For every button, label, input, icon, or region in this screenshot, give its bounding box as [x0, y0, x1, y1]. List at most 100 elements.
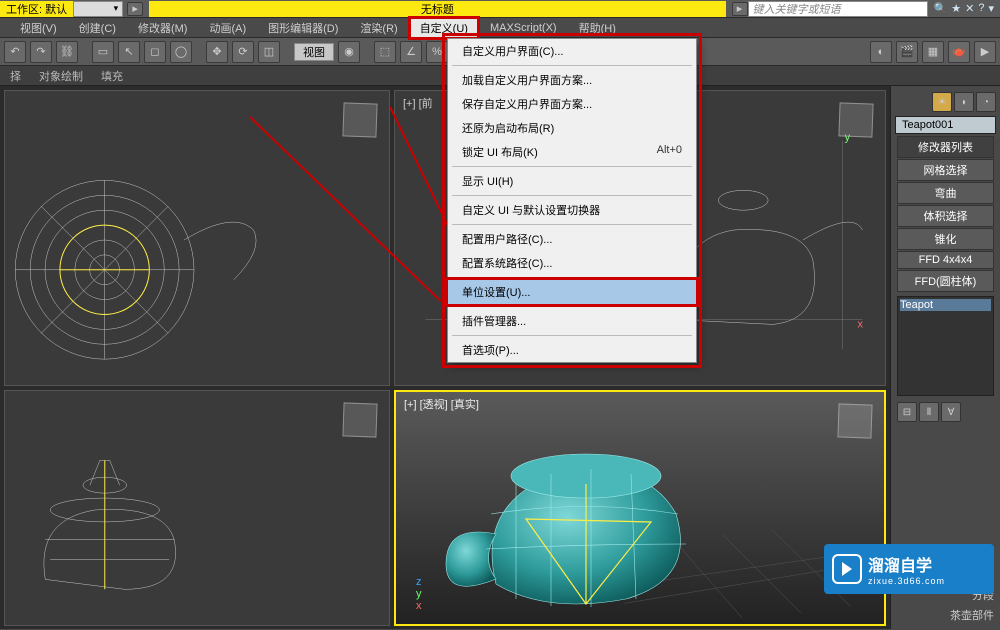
render-frame-icon[interactable]: ▦: [922, 41, 944, 63]
dropdown-item[interactable]: 配置系统路径(C)...: [448, 251, 696, 275]
render-icon[interactable]: 🫖: [948, 41, 970, 63]
select-icon[interactable]: ▭: [92, 41, 114, 63]
menu-view[interactable]: 视图(V): [10, 18, 67, 38]
help-icon[interactable]: ?: [978, 2, 984, 15]
stack-taper[interactable]: 锥化: [897, 228, 994, 250]
menu-bar: 视图(V) 创建(C) 修改器(M) 动画(A) 图形编辑器(D) 渲染(R) …: [0, 18, 1000, 38]
dropdown-item[interactable]: 显示 UI(H): [448, 169, 696, 193]
dropdown-item[interactable]: 还原为启动布局(R): [448, 116, 696, 140]
ref-coord-dropdown[interactable]: 视图: [294, 43, 334, 61]
menu-graph-editors[interactable]: 图形编辑器(D): [258, 18, 348, 38]
menu-maxscript[interactable]: MAXScript(X): [480, 20, 567, 36]
watermark-badge: 溜溜自学 zixue.3d66.com: [824, 544, 994, 594]
viewports-container: [+] [前 y x: [0, 86, 890, 629]
menu-modifiers[interactable]: 修改器(M): [128, 18, 198, 38]
link-icon[interactable]: ⛓: [56, 41, 78, 63]
dropdown-item-label: 单位设置(U)...: [462, 284, 530, 300]
dropdown-item[interactable]: 配置用户路径(C)...: [448, 227, 696, 251]
menu-create[interactable]: 创建(C): [69, 18, 126, 38]
dropdown-shortcut: Alt+0: [657, 144, 682, 160]
exchange-icon[interactable]: ✕: [965, 2, 974, 15]
ribbon-select[interactable]: 择: [10, 68, 21, 84]
title-dropdown-icon[interactable]: ▸: [732, 2, 748, 16]
pin-stack-icon[interactable]: ⊟: [897, 402, 917, 422]
dropdown-item-label: 锁定 UI 布局(K): [462, 144, 538, 160]
viewcube-icon[interactable]: [342, 102, 377, 137]
stack-ffd-box[interactable]: FFD 4x4x4: [897, 251, 994, 269]
angle-snap-icon[interactable]: ∠: [400, 41, 422, 63]
stack-ffd-cyl[interactable]: FFD(圆柱体): [897, 270, 994, 292]
dropdown-arrow-icon[interactable]: ▸: [127, 2, 143, 16]
svg-text:x: x: [858, 318, 864, 330]
create-tab-icon[interactable]: ☀: [932, 92, 952, 112]
render-setup-icon[interactable]: 🎬: [896, 41, 918, 63]
menu-separator: [452, 277, 692, 278]
menu-separator: [452, 195, 692, 196]
dropdown-item[interactable]: 插件管理器...: [448, 309, 696, 333]
stack-item-teapot[interactable]: Teapot: [900, 299, 991, 311]
stack-mesh-select[interactable]: 网格选择: [897, 159, 994, 181]
modifier-list-dropdown[interactable]: 修改器列表: [897, 136, 994, 158]
show-end-result-icon[interactable]: Ⅱ: [919, 402, 939, 422]
dropdown-item[interactable]: 加载自定义用户界面方案...: [448, 68, 696, 92]
select-lasso-icon[interactable]: ◯: [170, 41, 192, 63]
select-region-icon[interactable]: ◻: [144, 41, 166, 63]
menu-render[interactable]: 渲染(R): [350, 18, 407, 38]
dropdown-item-label: 自定义 UI 与默认设置切换器: [462, 202, 600, 218]
dropdown-item[interactable]: 自定义 UI 与默认设置切换器: [448, 198, 696, 222]
viewcube-icon[interactable]: [838, 102, 873, 137]
menu-separator: [452, 65, 692, 66]
dropdown-item-label: 自定义用户界面(C)...: [462, 43, 563, 59]
stack-bend[interactable]: 弯曲: [897, 182, 994, 204]
scale-icon[interactable]: ◫: [258, 41, 280, 63]
favorite-icon[interactable]: ★: [951, 2, 961, 15]
percent-snap-icon[interactable]: %: [426, 41, 448, 63]
object-name-field[interactable]: Teapot001: [895, 116, 996, 134]
viewcube-icon[interactable]: [837, 403, 872, 438]
workspace-dropdown[interactable]: [73, 1, 123, 17]
menu-animation[interactable]: 动画(A): [199, 18, 256, 38]
hierarchy-tab-icon[interactable]: ◔: [976, 92, 996, 112]
dropdown-item-label: 配置系统路径(C)...: [462, 255, 552, 271]
dropdown-item[interactable]: 单位设置(U)...: [448, 280, 696, 304]
material-editor-icon[interactable]: ◐: [870, 41, 892, 63]
center-icon[interactable]: ◉: [338, 41, 360, 63]
axis-tripod-icon: zyx: [416, 576, 422, 612]
dropdown-item[interactable]: 锁定 UI 布局(K) Alt+0: [448, 140, 696, 164]
document-title: 无标题: [149, 1, 725, 17]
dropdown-item[interactable]: 首选项(P)...: [448, 338, 696, 362]
move-icon[interactable]: ✥: [206, 41, 228, 63]
undo-icon[interactable]: ↶: [4, 41, 26, 63]
menu-customize[interactable]: 自定义(U): [410, 18, 478, 38]
make-unique-icon[interactable]: ∀: [941, 402, 961, 422]
cursor-icon[interactable]: ↖: [118, 41, 140, 63]
rotate-icon[interactable]: ⟳: [232, 41, 254, 63]
modify-tab-icon[interactable]: ◗: [954, 92, 974, 112]
menu-arrow-icon[interactable]: ▾: [988, 2, 994, 15]
dropdown-item-label: 配置用户路径(C)...: [462, 231, 552, 247]
viewport-perspective[interactable]: [+] [透视] [真实]: [394, 390, 886, 626]
ribbon-object-paint[interactable]: 对象绘制: [39, 68, 83, 84]
viewport-bottom-left[interactable]: [4, 390, 390, 626]
search-icon[interactable]: 🔍: [934, 2, 948, 15]
title-bar: 工作区: 默认 ▸ 无标题 ▸ 键入关键字或短语 🔍 ★ ✕ ? ▾: [0, 0, 1000, 18]
viewport-top-left[interactable]: [4, 90, 390, 386]
dropdown-item-label: 首选项(P)...: [462, 342, 519, 358]
dropdown-item[interactable]: 保存自定义用户界面方案...: [448, 92, 696, 116]
menu-separator: [452, 335, 692, 336]
command-panel-tabs: ☀ ◗ ◔: [893, 90, 998, 114]
stack-vol-select[interactable]: 体积选择: [897, 205, 994, 227]
menu-help[interactable]: 帮助(H): [569, 18, 626, 38]
quick-render-icon[interactable]: ▶: [974, 41, 996, 63]
wireframe-left: [5, 391, 389, 625]
redo-icon[interactable]: ↷: [30, 41, 52, 63]
workspace-label: 工作区: 默认: [0, 1, 73, 17]
modifier-stack-list[interactable]: Teapot: [897, 296, 994, 396]
viewcube-icon[interactable]: [342, 402, 377, 437]
ribbon-populate[interactable]: 填充: [101, 68, 123, 84]
dropdown-item-label: 还原为启动布局(R): [462, 120, 554, 136]
customize-dropdown-menu: 自定义用户界面(C)... 加载自定义用户界面方案...保存自定义用户界面方案..…: [447, 38, 697, 363]
dropdown-item[interactable]: 自定义用户界面(C)...: [448, 39, 696, 63]
search-input[interactable]: 键入关键字或短语: [748, 1, 928, 17]
snap-icon[interactable]: ⬚: [374, 41, 396, 63]
